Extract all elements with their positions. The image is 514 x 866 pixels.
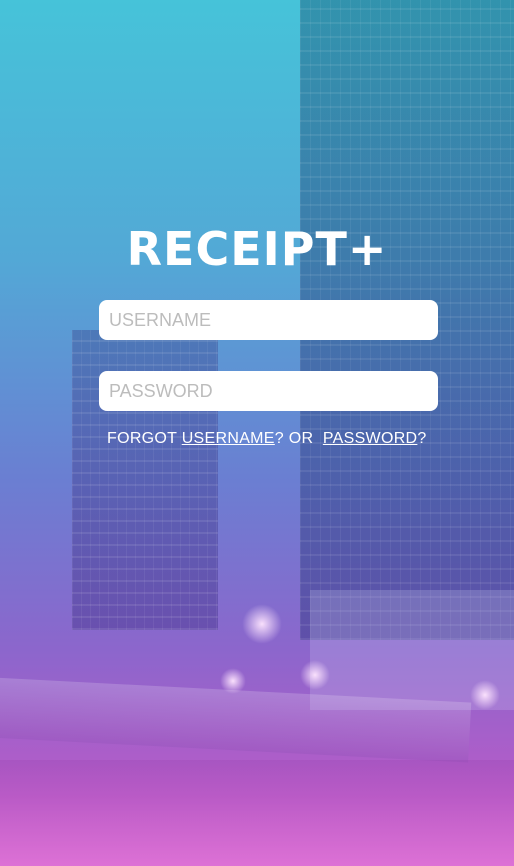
forgot-suffix: ? xyxy=(417,430,427,447)
forgot-password-link[interactable]: PASSWORD xyxy=(323,430,418,447)
login-screen: RECEIPT+ FORGOT USERNAME? OR PASSWORD? xyxy=(0,0,514,866)
forgot-prefix: FORGOT xyxy=(107,430,177,447)
forgot-username-link[interactable]: USERNAME xyxy=(182,430,275,447)
password-input[interactable] xyxy=(99,371,438,411)
forgot-credentials-text: FORGOT USERNAME? OR PASSWORD? xyxy=(107,430,427,448)
app-logo-title: RECEIPT+ xyxy=(126,222,388,276)
forgot-or-text: ? OR xyxy=(274,430,314,447)
username-input[interactable] xyxy=(99,300,438,340)
